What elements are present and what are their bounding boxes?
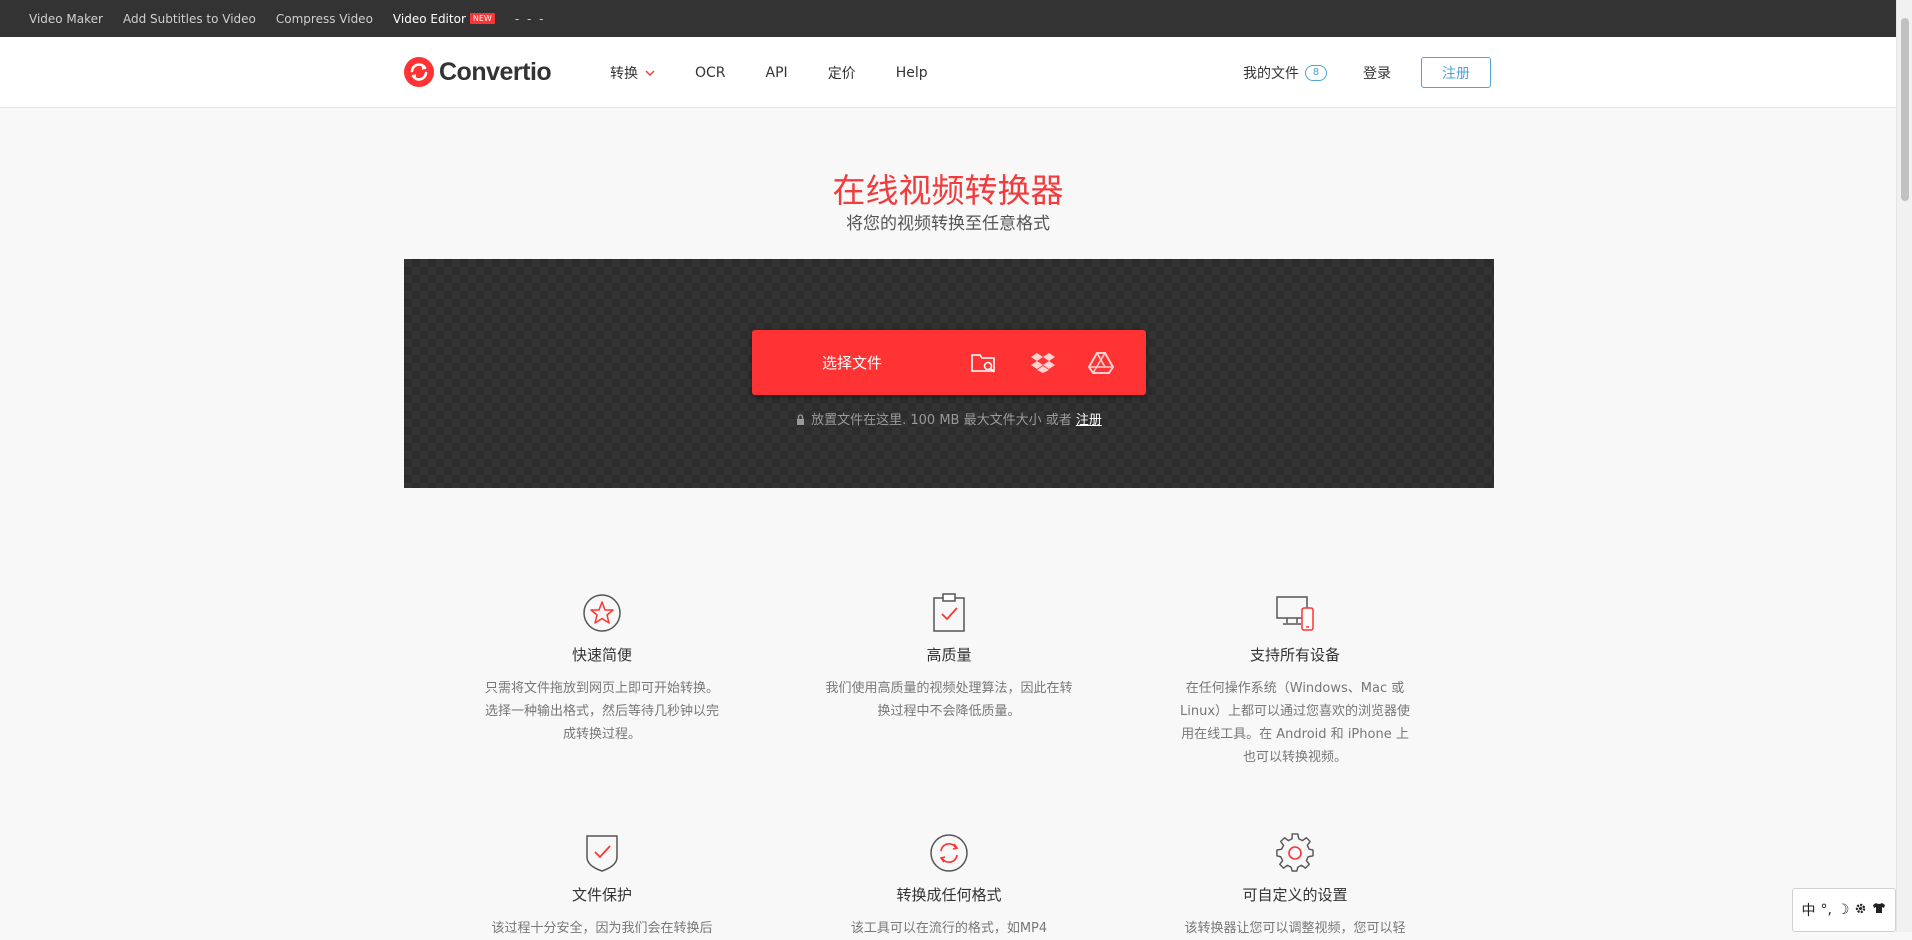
drop-hint-signup-link[interactable]: 注册 [1076,413,1102,428]
feature-all-devices: 支持所有设备 在任何操作系统（Windows、Mac 或 Linux）上都可以通… [1170,592,1420,769]
page-subtitle: 将您的视频转换至任意格式 [846,214,1050,234]
feature-description: 该过程十分安全，因为我们会在转换后 [491,921,713,936]
feature-title: 快速简便 [571,646,632,664]
nav-api[interactable]: API [766,65,788,81]
feature-any-format: 转换成任何格式 该工具可以在流行的格式，如MP4 [824,832,1074,940]
feature-title: 高质量 [926,646,972,664]
nav-convert-label: 转换 [610,65,638,82]
page-scrollbar[interactable] [1896,0,1912,932]
refresh-icon [824,832,1074,874]
choose-files-button[interactable]: 选择文件 [822,352,970,373]
skin-shirt-icon[interactable] [1872,902,1886,918]
feature-high-quality: 高质量 我们使用高质量的视频处理算法，因此在转换过程中不会降低质量。 [824,592,1074,723]
logo-text: Convertio [439,57,552,86]
nav-ocr[interactable]: OCR [695,65,726,81]
feature-title: 转换成任何格式 [896,886,1002,904]
drop-hint: 放置文件在这里. 100 MB 最大文件大小 或者 注册 [404,409,1494,428]
file-drop-zone[interactable]: 选择文件 放置文件在这里. 100 MB 最大文件大小 或者 注册 [404,259,1494,488]
feature-file-protection: 文件保护 该过程十分安全，因为我们会在转换后 [477,832,727,940]
feature-description: 该转换器让您可以调整视频，您可以轻 [1184,921,1406,936]
lock-icon [797,414,805,425]
moon-icon[interactable]: ☽ [1837,902,1850,918]
my-files-count-badge: 8 [1305,64,1327,81]
ime-punctuation-toggle[interactable]: °, [1820,902,1831,918]
gear-icon [1170,832,1420,874]
convertio-logo-icon [404,57,434,87]
page-title: 在线视频转换器 [832,171,1064,210]
chevron-down-icon [645,70,655,76]
top-links-bar: Video Maker Add Subtitles to Video Compr… [0,0,1896,37]
feature-title: 支持所有设备 [1249,646,1340,664]
site-header: Convertio 转换 OCR API 定价 Help 我的文件 8 登录 注… [0,37,1896,108]
devices-icon [1170,592,1420,634]
ime-language-toggle[interactable]: 中 [1801,900,1815,920]
convertio-logo[interactable]: Convertio [404,57,552,87]
gear-icon[interactable] [1854,902,1867,919]
feature-description: 该工具可以在流行的格式，如MP4 [850,921,1048,936]
nav-convert[interactable]: 转换 [610,63,655,83]
feature-fast-easy: 快速简便 只需将文件拖放到网页上即可开始转换。选择一种输出格式，然后等待几秒钟以… [477,592,727,746]
my-files-label: 我的文件 [1243,65,1299,82]
video-editor-label: Video Editor [392,11,466,26]
ime-toolbar[interactable]: 中 °, ☽ [1792,888,1896,932]
drop-hint-text: 放置文件在这里. 100 MB 最大文件大小 或者 [811,413,1072,428]
nav-pricing[interactable]: 定价 [828,63,856,83]
my-files-link[interactable]: 我的文件 8 [1243,63,1327,83]
account-nav: 我的文件 8 登录 注册 [1243,37,1491,108]
signup-button[interactable]: 注册 [1421,57,1491,88]
feature-description: 在任何操作系统（Windows、Mac 或 Linux）上都可以通过您喜欢的浏览… [1179,681,1411,765]
topbar-link-add-subtitles[interactable]: Add Subtitles to Video [123,12,256,26]
new-badge: NEW [469,12,495,24]
nav-help[interactable]: Help [896,65,928,81]
topbar-link-compress-video[interactable]: Compress Video [276,12,373,26]
choose-files-bar: 选择文件 [752,330,1146,395]
star-icon [477,592,727,634]
topbar-more-button[interactable]: - - - [515,12,546,26]
google-drive-icon[interactable] [1087,348,1114,378]
topbar-link-video-maker[interactable]: Video Maker [29,12,103,26]
feature-title: 可自定义的设置 [1242,886,1348,904]
feature-title: 文件保护 [571,886,632,904]
folder-search-icon[interactable] [970,348,998,378]
feature-custom-settings: 可自定义的设置 该转换器让您可以调整视频，您可以轻 [1170,832,1420,940]
topbar-link-video-editor[interactable]: Video Editor NEW [393,12,495,26]
main-nav: 转换 OCR API 定价 Help [610,37,968,108]
feature-description: 只需将文件拖放到网页上即可开始转换。选择一种输出格式，然后等待几秒钟以完成转换过… [484,681,719,742]
scrollbar-thumb[interactable] [1901,18,1909,201]
login-link[interactable]: 登录 [1363,63,1391,83]
dropbox-icon[interactable] [1030,348,1056,378]
shield-check-icon [477,832,727,874]
feature-description: 我们使用高质量的视频处理算法，因此在转换过程中不会降低质量。 [825,681,1073,719]
clipboard-check-icon [824,592,1074,634]
